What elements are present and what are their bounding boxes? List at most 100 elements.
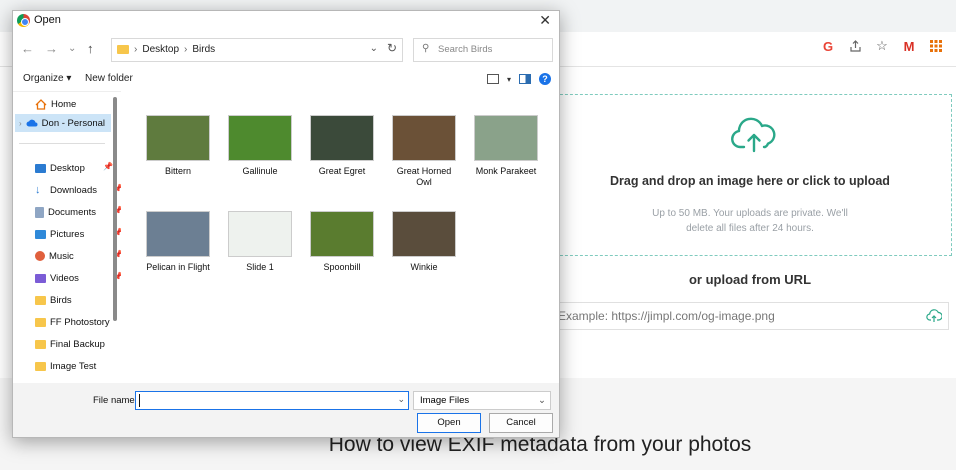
- cloud-upload-icon: [731, 117, 776, 153]
- file-thumbnail: [228, 115, 292, 161]
- cancel-button[interactable]: Cancel: [489, 413, 553, 433]
- breadcrumb-birds[interactable]: Birds: [192, 44, 215, 55]
- navigation-bar: ← → ⌄ ↑ › Desktop › Birds ⌄ ↻ ⚲ Search B…: [13, 37, 559, 63]
- file-name-input[interactable]: ⌄: [135, 391, 409, 410]
- sidebar-item-final-backup[interactable]: Final Backup: [35, 335, 105, 353]
- sidebar-item-downloads[interactable]: ↓ Downloads 📌: [35, 181, 123, 199]
- view-options-icon[interactable]: [486, 74, 499, 84]
- music-icon: [35, 251, 45, 261]
- pin-icon[interactable]: 📌: [103, 162, 113, 171]
- download-icon: ↓: [35, 184, 41, 196]
- up-arrow-icon[interactable]: ↑: [87, 41, 94, 56]
- url-upload-icon[interactable]: [926, 308, 942, 324]
- recent-locations-icon[interactable]: ⌄: [68, 43, 76, 54]
- sidebar-item-documents[interactable]: Documents 📌: [35, 203, 123, 221]
- organize-menu[interactable]: Organize ▾: [23, 73, 71, 84]
- grid-icon[interactable]: [928, 38, 944, 54]
- sidebar-item-label: Final Backup: [50, 338, 105, 350]
- url-placeholder: Example: https://jimpl.com/og-image.png: [558, 309, 775, 323]
- sidebar-divider: [19, 143, 105, 144]
- open-file-dialog: Open ✕ ← → ⌄ ↑ › Desktop › Birds ⌄ ↻ ⚲ S…: [12, 10, 560, 438]
- share-icon[interactable]: [847, 38, 863, 54]
- expand-chevron-icon[interactable]: ›: [19, 119, 22, 128]
- pictures-icon: [35, 229, 46, 239]
- file-name: Spoonbill: [323, 262, 361, 272]
- upload-from-url-label: or upload from URL: [688, 272, 812, 287]
- file-item-gallinule[interactable]: Gallinule: [225, 115, 295, 177]
- file-type-value: Image Files: [420, 395, 470, 406]
- file-item-great-horned-owl[interactable]: Great Horned Owl: [389, 115, 459, 188]
- new-folder-button[interactable]: New folder: [85, 73, 133, 84]
- folder-icon: [35, 295, 46, 305]
- google-icon[interactable]: G: [820, 38, 836, 54]
- file-item-winkie[interactable]: Winkie: [389, 211, 459, 273]
- file-name: Pelican in Flight: [146, 262, 210, 272]
- preview-pane-icon[interactable]: [519, 74, 531, 84]
- file-item-great-egret[interactable]: Great Egret: [307, 115, 377, 177]
- dialog-titlebar[interactable]: Open ✕: [13, 11, 559, 31]
- dialog-footer: File name: ⌄ Image Files ⌄ Open Cancel: [13, 383, 559, 437]
- videos-icon: [35, 273, 46, 283]
- file-thumbnail: [310, 211, 374, 257]
- path-breadcrumb[interactable]: › Desktop › Birds ⌄ ↻: [111, 38, 403, 62]
- refresh-icon[interactable]: ↻: [387, 41, 397, 55]
- chevron-down-icon[interactable]: ⌄: [397, 394, 405, 405]
- sidebar-item-label: Pictures: [50, 228, 85, 240]
- sidebar-item-desktop[interactable]: Desktop 📌: [35, 159, 113, 177]
- folder-icon: [117, 45, 129, 54]
- url-input[interactable]: Example: https://jimpl.com/og-image.png: [552, 302, 949, 330]
- sidebar-item-ff-photostory[interactable]: FF Photostory: [35, 313, 110, 331]
- file-thumbnail: [310, 115, 374, 161]
- help-icon[interactable]: ?: [539, 73, 551, 85]
- file-item-spoonbill[interactable]: Spoonbill: [307, 211, 377, 273]
- sidebar-item-home[interactable]: Home: [35, 95, 76, 113]
- sidebar-item-image-test[interactable]: Image Test: [35, 357, 96, 375]
- chevron-down-icon: ⌄: [538, 395, 546, 406]
- breadcrumb-desktop[interactable]: Desktop: [142, 44, 179, 55]
- sidebar-item-label: FF Photostory: [50, 316, 110, 328]
- sidebar-item-label: Birds: [50, 294, 72, 306]
- chevron-down-icon[interactable]: ▾: [507, 75, 511, 84]
- sidebar-item-pictures[interactable]: Pictures 📌: [35, 225, 123, 243]
- file-thumbnail: [392, 115, 456, 161]
- extension-icons: G ☆ M: [820, 38, 944, 54]
- back-arrow-icon[interactable]: ←: [21, 41, 34, 56]
- sidebar-item-videos[interactable]: Videos 📌: [35, 269, 123, 287]
- forward-arrow-icon[interactable]: →: [45, 41, 58, 56]
- home-icon: [35, 98, 47, 110]
- folder-icon: [35, 339, 46, 349]
- file-item-pelican-in-flight[interactable]: Pelican in Flight: [143, 211, 213, 273]
- chevron-down-icon[interactable]: ⌄: [370, 43, 378, 54]
- upload-info-text: Up to 50 MB. Your uploads are private. W…: [600, 206, 900, 236]
- file-list: Bittern Gallinule Great Egret Great Horn…: [121, 91, 559, 383]
- bookmark-star-icon[interactable]: ☆: [874, 38, 890, 54]
- text-caret: [139, 394, 140, 407]
- sidebar-item-label: Don - Personal: [41, 117, 106, 129]
- file-type-select[interactable]: Image Files ⌄: [413, 391, 551, 410]
- documents-icon: [35, 206, 44, 218]
- file-item-monk-parakeet[interactable]: Monk Parakeet: [471, 115, 541, 177]
- sidebar-item-don-personal[interactable]: › Don - Personal: [15, 114, 111, 132]
- file-thumbnail: [474, 115, 538, 161]
- folder-icon: [35, 317, 46, 327]
- sidebar-item-music[interactable]: Music 📌: [35, 247, 123, 265]
- file-thumbnail: [228, 211, 292, 257]
- file-item-bittern[interactable]: Bittern: [143, 115, 213, 177]
- file-thumbnail: [392, 211, 456, 257]
- close-icon[interactable]: ✕: [539, 12, 551, 29]
- sidebar-item-label: Documents: [48, 206, 97, 218]
- sidebar-item-label: Music: [49, 250, 74, 262]
- open-button[interactable]: Open: [417, 413, 481, 433]
- sidebar-item-birds[interactable]: Birds: [35, 291, 72, 309]
- sidebar-scrollbar[interactable]: [113, 97, 117, 321]
- file-name: Monk Parakeet: [475, 166, 537, 176]
- gmail-icon[interactable]: M: [901, 38, 917, 54]
- upload-info-line-1: Up to 50 MB. Your uploads are private. W…: [652, 208, 848, 219]
- dialog-toolbar: Organize ▾ New folder ▾ ?: [13, 69, 559, 92]
- sidebar-item-label: Desktop: [50, 162, 85, 174]
- file-name-label: File name:: [93, 395, 138, 406]
- search-input[interactable]: ⚲ Search Birds: [413, 38, 553, 62]
- file-item-slide-1[interactable]: Slide 1: [225, 211, 295, 273]
- navigation-pane: Home › Don - Personal Desktop 📌 ↓ Downlo…: [13, 91, 123, 383]
- file-thumbnail: [146, 211, 210, 257]
